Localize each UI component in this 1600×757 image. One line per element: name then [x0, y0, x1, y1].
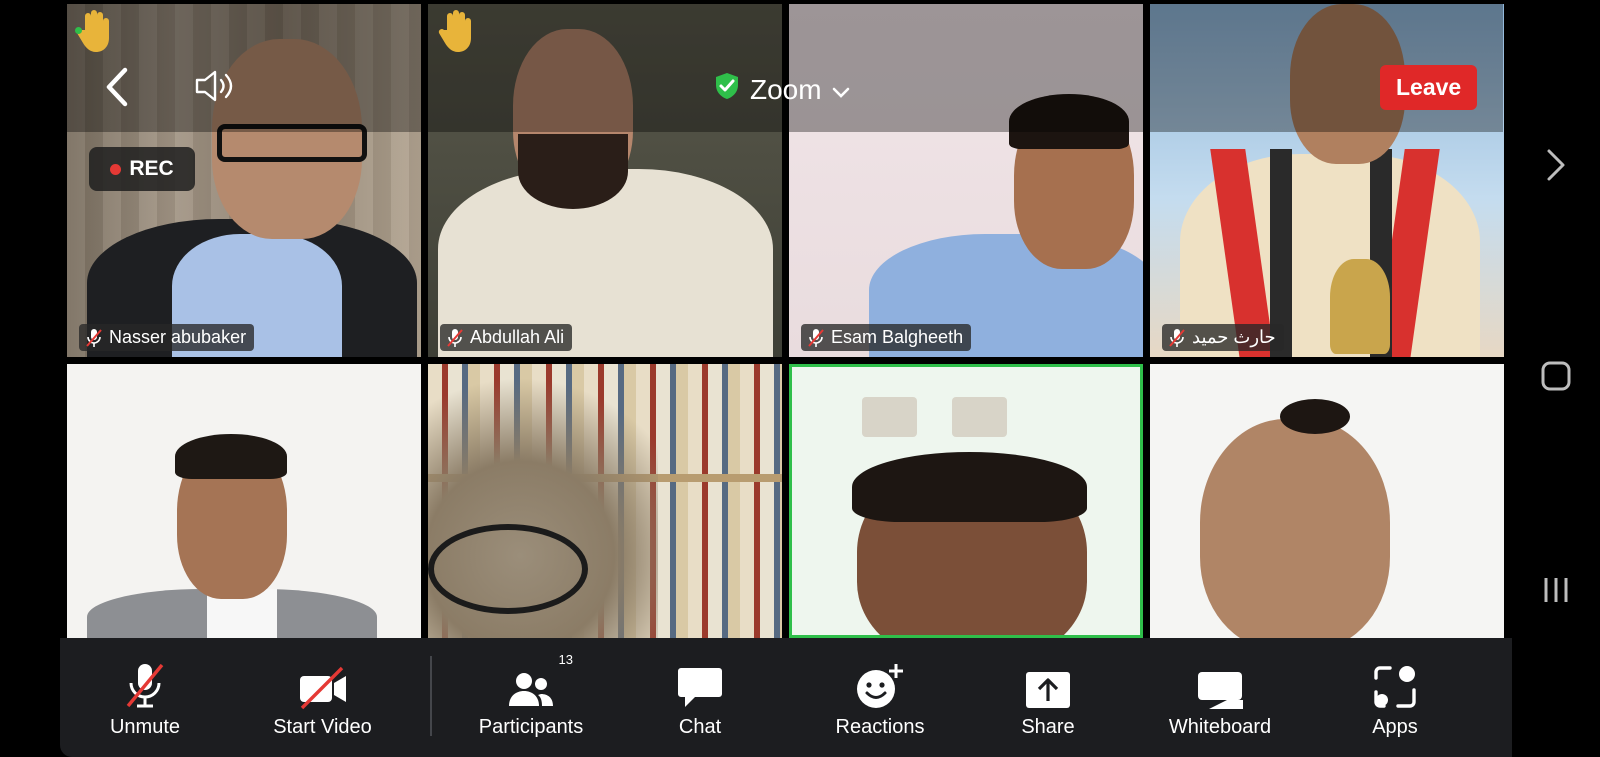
- nav-home-button[interactable]: [1512, 360, 1600, 397]
- whiteboard-icon: [1197, 654, 1243, 710]
- raised-hand-icon: [75, 8, 115, 61]
- system-navigation-bar: [1512, 0, 1600, 757]
- reactions-icon: [856, 654, 904, 710]
- recording-label: REC: [129, 157, 174, 180]
- whiteboard-button[interactable]: Whiteboard: [1165, 638, 1275, 757]
- participant-name-tag: حارث حميد: [1162, 324, 1284, 351]
- unmute-label: Unmute: [109, 716, 181, 738]
- apps-icon: [1372, 654, 1418, 710]
- meeting-title: Zoom: [750, 73, 822, 105]
- apps-label: Apps: [1372, 716, 1418, 738]
- shield-check-icon: [714, 72, 740, 107]
- nav-recents-button[interactable]: [1512, 575, 1600, 610]
- top-overlay: [67, 0, 1503, 132]
- reactions-label: Reactions: [835, 716, 925, 738]
- participants-label: Participants: [478, 716, 584, 738]
- status-dot: [75, 27, 82, 34]
- meeting-toolbar: Unmute Start Video 13 Participants Chat: [60, 638, 1512, 757]
- share-button[interactable]: Share: [1008, 638, 1088, 757]
- recording-badge: REC: [89, 147, 195, 191]
- mic-off-icon: [1168, 328, 1186, 348]
- recents-icon: [1541, 575, 1571, 610]
- toolbar-divider: [430, 656, 432, 736]
- video-tile-active-speaker[interactable]: [789, 364, 1143, 638]
- participants-count: 13: [558, 652, 573, 667]
- whiteboard-label: Whiteboard: [1168, 716, 1272, 738]
- camera-off-icon: [298, 654, 348, 710]
- chat-button[interactable]: Chat: [660, 638, 740, 757]
- chevron-right-icon: [1545, 148, 1567, 187]
- start-video-button[interactable]: Start Video: [260, 638, 385, 757]
- chevron-down-icon: [832, 74, 850, 106]
- recording-dot-icon: [110, 163, 122, 175]
- participant-name-tag: Nasser abubaker: [79, 324, 255, 351]
- participant-name-tag: Esam Balgheeth: [801, 324, 972, 351]
- reactions-button[interactable]: Reactions: [825, 638, 935, 757]
- chat-label: Chat: [678, 716, 722, 738]
- apps-button[interactable]: Apps: [1355, 638, 1435, 757]
- participant-name: Nasser abubaker: [109, 327, 247, 347]
- start-video-label: Start Video: [273, 716, 372, 738]
- video-tile-participant-6[interactable]: [428, 364, 782, 638]
- video-grid: Nasser abubaker Abdullah Ali Esam Balghe…: [0, 0, 1512, 757]
- raised-hand-icon: [437, 8, 477, 61]
- video-tile-participant-8[interactable]: [1150, 364, 1504, 638]
- share-icon: [1025, 654, 1071, 710]
- participant-name-tag: Abdullah Ali: [440, 324, 573, 351]
- participant-name: حارث حميد: [1192, 327, 1276, 347]
- back-button[interactable]: [103, 66, 131, 113]
- mic-off-icon: [85, 328, 103, 348]
- participants-button[interactable]: 13 Participants: [472, 638, 590, 757]
- participant-name: Abdullah Ali: [470, 327, 565, 347]
- unmute-button[interactable]: Unmute: [90, 638, 200, 757]
- mic-off-icon: [123, 654, 167, 710]
- share-label: Share: [1021, 716, 1075, 738]
- nav-forward-button[interactable]: [1512, 148, 1600, 187]
- speaker-icon: [193, 70, 239, 109]
- chat-icon: [677, 654, 723, 710]
- leave-button[interactable]: Leave: [1380, 65, 1478, 110]
- chevron-left-icon: [103, 67, 131, 112]
- video-tile-participant-5[interactable]: [67, 364, 421, 638]
- mic-off-icon: [446, 328, 464, 348]
- square-icon: [1540, 360, 1572, 397]
- speaker-button[interactable]: [193, 67, 239, 110]
- mic-off-icon: [807, 328, 825, 348]
- participants-icon: 13: [507, 652, 573, 710]
- meeting-title-dropdown[interactable]: Zoom: [714, 72, 850, 107]
- participant-name: Esam Balgheeth: [831, 327, 964, 347]
